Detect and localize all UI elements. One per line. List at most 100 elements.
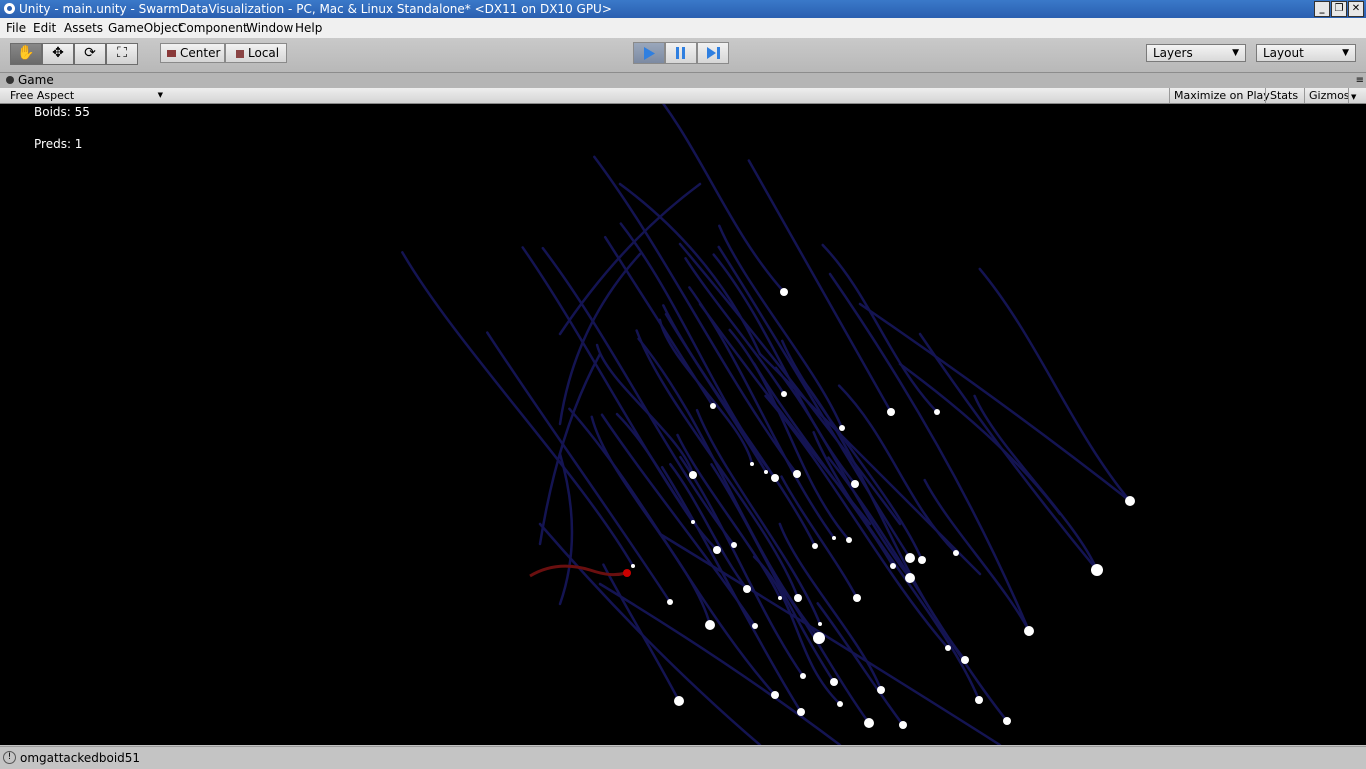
menu-edit[interactable]: Edit (33, 21, 56, 35)
scale-tool-button[interactable]: ⛶ (106, 43, 138, 65)
boid (743, 585, 751, 593)
info-icon: ! (3, 751, 16, 764)
gizmos-dropdown[interactable]: ▼ (1348, 88, 1362, 103)
boid (945, 645, 951, 651)
menu-component[interactable]: Component (178, 21, 248, 35)
boid (961, 656, 969, 664)
play-button[interactable] (633, 42, 665, 64)
chevron-down-icon: ▼ (157, 91, 163, 99)
aspect-label: Free Aspect (10, 89, 75, 102)
pivot-center-button[interactable]: Center (160, 43, 225, 63)
menu-help[interactable]: Help (295, 21, 322, 35)
boid (877, 686, 885, 694)
menu-gameobject[interactable]: GameObject (108, 21, 183, 35)
boid (800, 673, 806, 679)
boid (710, 403, 716, 409)
boid-trail (918, 332, 1099, 572)
pivot-icon (167, 50, 176, 57)
aspect-dropdown[interactable]: Free Aspect ▼ (6, 88, 166, 103)
boid (830, 678, 838, 686)
boid (631, 564, 635, 568)
boid-trail (978, 267, 1132, 503)
boid (890, 563, 896, 569)
layers-label: Layers (1153, 46, 1193, 60)
panel-menu-icon[interactable]: ≡ (1356, 75, 1364, 86)
boid-trail (923, 478, 1031, 633)
boid (771, 691, 779, 699)
boid (837, 701, 843, 707)
pause-icon (676, 47, 685, 59)
menu-file[interactable]: File (6, 21, 26, 35)
stats-toggle[interactable]: Stats (1265, 88, 1302, 103)
game-viewport[interactable]: Boids: 55 Preds: 1 (0, 104, 1366, 745)
boid (793, 470, 801, 478)
boid (818, 622, 822, 626)
boid-trail (401, 251, 635, 568)
layers-dropdown[interactable]: Layers ▼ (1146, 44, 1246, 62)
boid-trail (486, 331, 672, 604)
cube-icon (236, 49, 244, 58)
layout-label: Layout (1263, 46, 1304, 60)
chevron-down-icon: ▼ (1351, 93, 1357, 101)
boid (705, 620, 715, 630)
restore-button[interactable]: ❐ (1331, 1, 1347, 17)
boid-trail (780, 339, 924, 562)
tab-game[interactable]: Game (6, 73, 54, 87)
boid (853, 594, 861, 602)
boid (812, 543, 818, 549)
boid (689, 471, 697, 479)
boid (750, 462, 754, 466)
pause-button[interactable] (665, 42, 697, 64)
maximize-on-play-toggle[interactable]: Maximize on Play (1169, 88, 1274, 103)
step-button[interactable] (697, 42, 729, 64)
gizmos-toggle[interactable]: Gizmos (1304, 88, 1354, 103)
boid (667, 599, 673, 605)
pivot-local-button[interactable]: Local (225, 43, 287, 63)
window-title: Unity - main.unity - SwarmDataVisualizat… (19, 2, 612, 16)
boid-trail (718, 224, 844, 430)
predator (623, 569, 631, 577)
boid (851, 480, 859, 488)
menu-bar: File Edit Assets GameObject Component Wi… (0, 18, 1366, 38)
chevron-down-icon: ▼ (1342, 48, 1349, 58)
minimize-button[interactable]: _ (1314, 1, 1330, 17)
step-icon (707, 47, 720, 59)
boid (934, 409, 940, 415)
boid-trail (661, 104, 786, 294)
boid (691, 520, 695, 524)
boid (899, 721, 907, 729)
tab-game-label: Game (18, 73, 54, 87)
game-view-toolbar: Free Aspect ▼ Maximize on Play Stats Giz… (0, 88, 1366, 104)
local-label: Local (248, 46, 280, 60)
boid (905, 573, 915, 583)
predator-trail (529, 564, 627, 578)
swarm-visualization (401, 104, 1135, 745)
close-button[interactable]: ✕ (1348, 1, 1364, 17)
boid-trail (618, 182, 762, 356)
move-tool-button[interactable]: ✥ (42, 43, 74, 65)
boid (839, 425, 845, 431)
boid-trail (698, 302, 872, 526)
menu-window[interactable]: Window (246, 21, 293, 35)
rotate-tool-button[interactable]: ⟳ (74, 43, 106, 65)
status-message: omgattackedboid51 (20, 751, 141, 765)
boid (918, 556, 926, 564)
boid-trail (710, 463, 836, 684)
boid (778, 596, 782, 600)
boid (794, 594, 802, 602)
boid (846, 537, 852, 543)
game-tab-icon (6, 76, 14, 84)
menu-assets[interactable]: Assets (64, 21, 103, 35)
boid (887, 408, 895, 416)
boid (832, 536, 836, 540)
status-bar: ! omgattackedboid51 (0, 746, 1366, 769)
boid (1003, 717, 1011, 725)
chevron-down-icon: ▼ (1232, 48, 1239, 58)
boid (764, 470, 768, 474)
boid-trail (776, 579, 871, 725)
boid (797, 708, 805, 716)
layout-dropdown[interactable]: Layout ▼ (1256, 44, 1356, 62)
move-icon: ✥ (52, 45, 64, 61)
boid (713, 546, 721, 554)
hand-tool-button[interactable]: ✋ (10, 43, 42, 65)
